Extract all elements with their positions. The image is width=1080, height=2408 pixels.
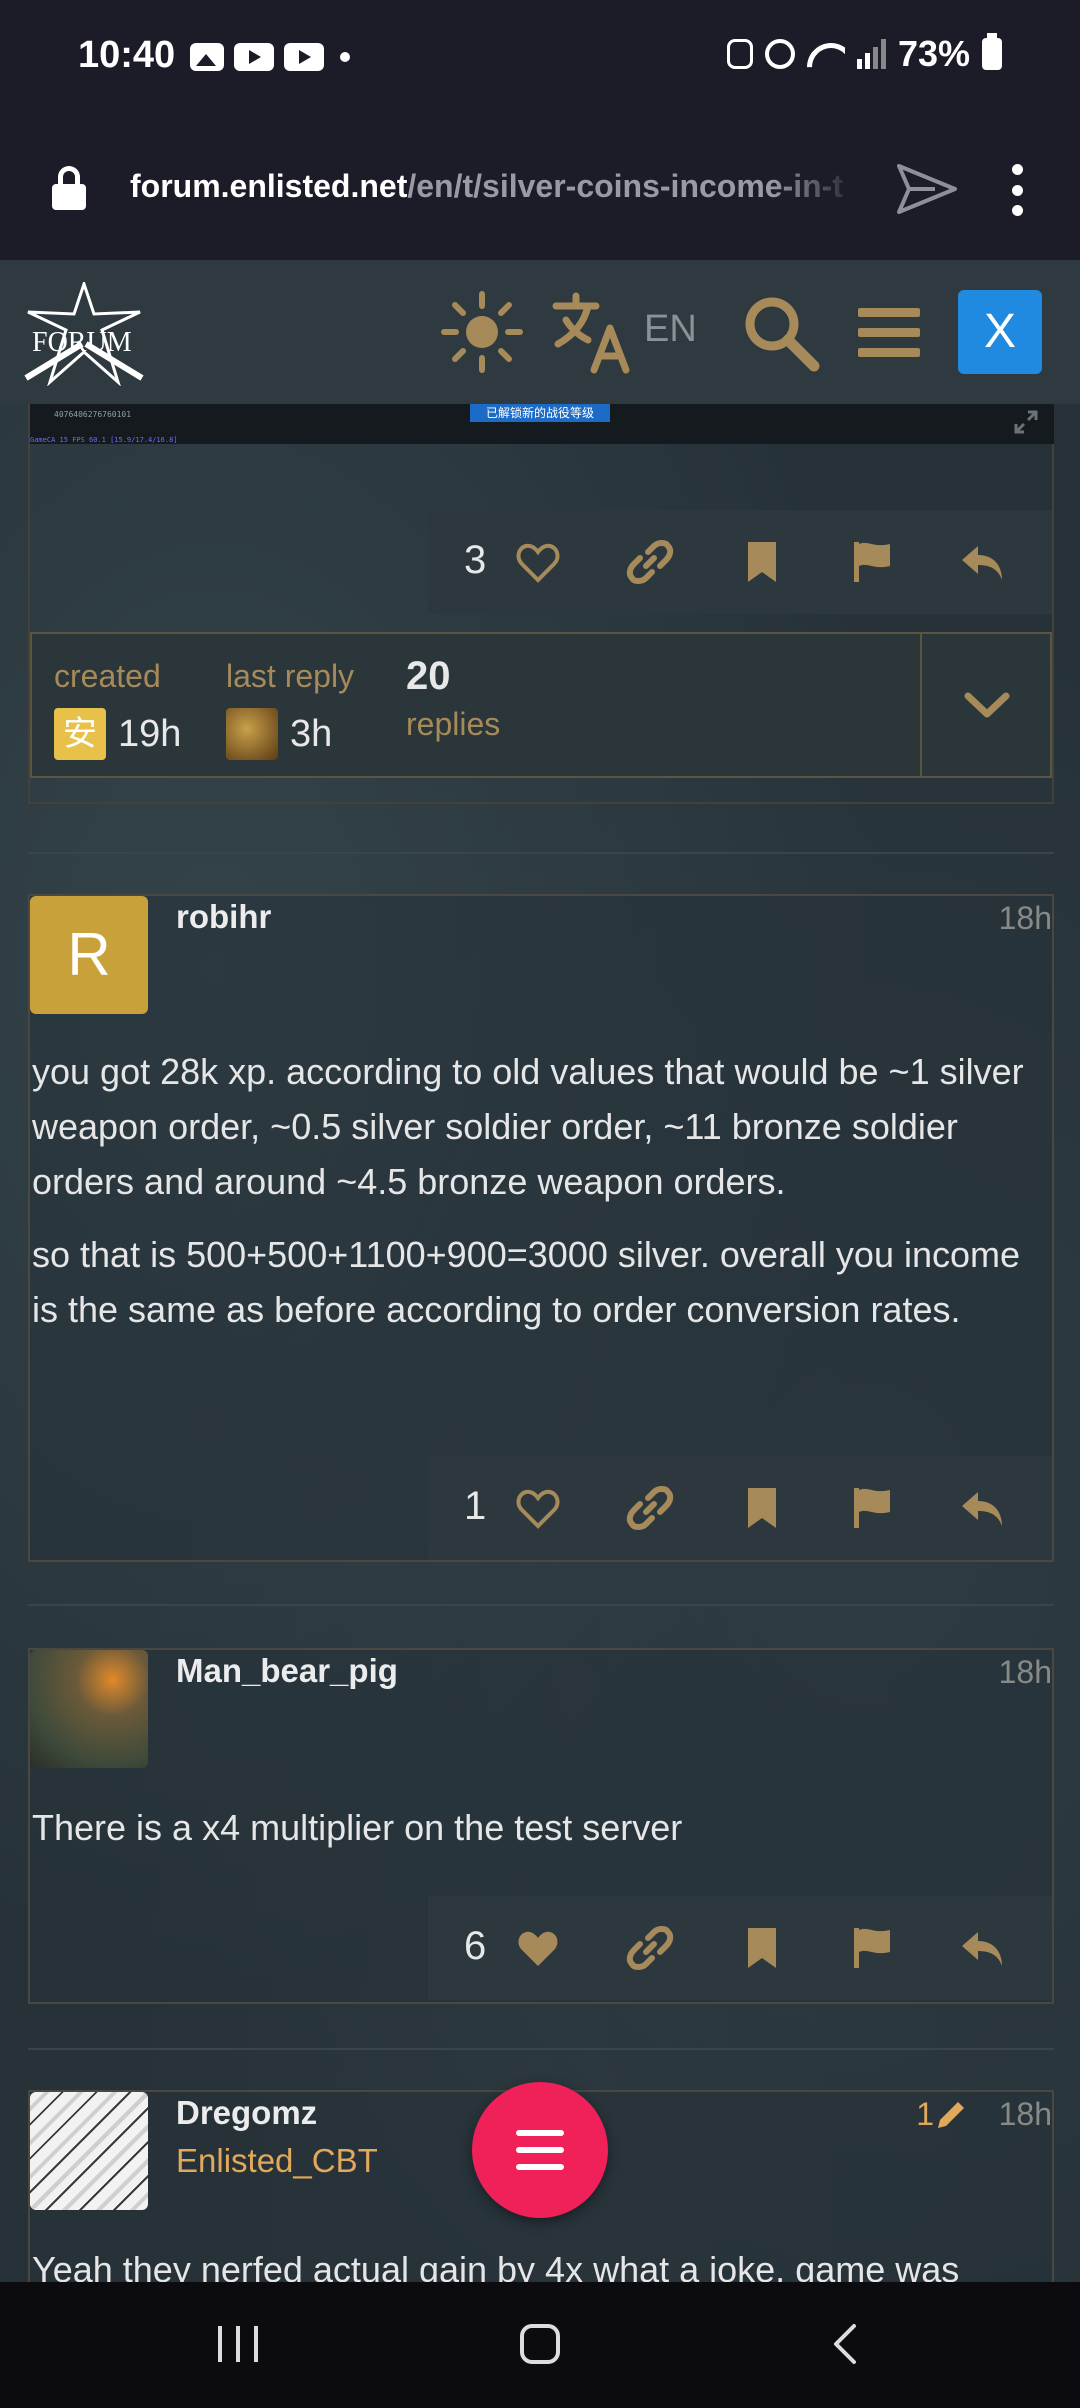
username[interactable]: Man_bear_pig bbox=[176, 1652, 398, 1690]
divider bbox=[920, 634, 922, 776]
reply-icon[interactable] bbox=[958, 538, 1006, 586]
last-reply-label: last reply bbox=[226, 658, 355, 694]
system-nav-bar bbox=[0, 2282, 1080, 2408]
battery-icon bbox=[982, 33, 1002, 70]
replies-label: replies bbox=[406, 706, 501, 742]
recent-apps-icon[interactable] bbox=[218, 2326, 258, 2362]
wifi-icon bbox=[807, 39, 845, 69]
avatar[interactable] bbox=[30, 1650, 148, 1768]
signal-icon bbox=[856, 39, 886, 69]
post-age[interactable]: 18h bbox=[999, 2096, 1052, 2133]
notification-icons bbox=[190, 40, 350, 74]
user-title: Enlisted_CBT bbox=[176, 2142, 378, 2179]
post-paragraph: Yeah they nerfed actual gain by 4x what … bbox=[32, 2249, 960, 2282]
back-icon[interactable] bbox=[828, 2322, 862, 2366]
like-count[interactable]: 3 bbox=[464, 538, 486, 583]
post-separator bbox=[28, 1604, 1054, 1606]
flag-icon[interactable] bbox=[848, 1484, 896, 1532]
url-field[interactable]: forum.enlisted.net/en/t/silver-coins-inc… bbox=[130, 168, 860, 205]
flag-icon[interactable] bbox=[848, 538, 896, 586]
like-heart-icon[interactable] bbox=[514, 1484, 562, 1532]
image-debug-text: GameCA 15 FPS 60.1 [15.9/17.4/16.8] bbox=[30, 436, 178, 444]
last-reply-time: 3h bbox=[290, 713, 333, 755]
translate-icon[interactable] bbox=[550, 290, 634, 374]
reply-icon[interactable] bbox=[958, 1924, 1006, 1972]
lock-icon[interactable] bbox=[52, 166, 86, 210]
bookmark-icon[interactable] bbox=[738, 538, 786, 586]
like-heart-icon[interactable] bbox=[514, 538, 562, 586]
url-host: forum.enlisted.net bbox=[130, 168, 408, 204]
language-label[interactable]: EN bbox=[644, 308, 697, 351]
created-time: 19h bbox=[118, 713, 182, 755]
like-count[interactable]: 6 bbox=[464, 1924, 486, 1969]
send-icon[interactable] bbox=[895, 162, 959, 216]
topic-map: created 安 19h last reply 3h 20 replies bbox=[30, 632, 1052, 778]
forum-logo[interactable]: FORUM bbox=[22, 279, 146, 387]
pencil-icon[interactable] bbox=[934, 2098, 968, 2132]
system-icons: 73% bbox=[726, 32, 1002, 76]
post-body: There is a x4 multiplier on the test ser… bbox=[32, 1800, 1052, 1873]
more-options-icon[interactable] bbox=[1005, 164, 1029, 216]
avatar[interactable]: R bbox=[30, 896, 148, 1014]
status-bar: 10:40 73% bbox=[0, 0, 1080, 112]
topic-stream: 4076406276760101 已解锁新的战役等级 GameCA 15 FPS… bbox=[0, 404, 1080, 2282]
last-replier-avatar[interactable] bbox=[226, 708, 278, 760]
reply-icon[interactable] bbox=[958, 1484, 1006, 1532]
created-label: created bbox=[54, 658, 161, 694]
username[interactable]: Dregomz bbox=[176, 2094, 317, 2132]
logo-text: FORUM bbox=[32, 327, 132, 358]
post-actions: 1 bbox=[428, 1456, 1052, 1560]
battery-percent: 73% bbox=[897, 33, 970, 74]
post-paragraph: you got 28k xp. according to old values … bbox=[32, 1051, 1024, 1202]
search-icon[interactable] bbox=[738, 290, 822, 374]
post-separator bbox=[28, 852, 1054, 854]
post-age[interactable]: 18h bbox=[999, 900, 1052, 937]
post-age[interactable]: 18h bbox=[999, 1654, 1052, 1691]
theme-toggle-sun-icon[interactable] bbox=[440, 290, 524, 374]
bookmark-icon[interactable] bbox=[738, 1924, 786, 1972]
creator-avatar[interactable]: 安 bbox=[54, 708, 106, 760]
avatar[interactable] bbox=[30, 2092, 148, 2210]
post-actions: 3 bbox=[428, 510, 1052, 614]
replies-count: 20 bbox=[406, 654, 451, 698]
url-path: /en/t/silver-coins-income-in-t bbox=[407, 168, 843, 204]
copy-link-icon[interactable] bbox=[626, 1484, 674, 1532]
copy-link-icon[interactable] bbox=[626, 1924, 674, 1972]
post-image[interactable]: 4076406276760101 已解锁新的战役等级 GameCA 15 FPS… bbox=[30, 404, 1054, 444]
home-icon[interactable] bbox=[520, 2324, 560, 2364]
more-notifications-dot-icon bbox=[340, 52, 350, 62]
edit-count[interactable]: 1 bbox=[916, 2096, 934, 2133]
forum-header: FORUM EN X bbox=[0, 260, 1080, 404]
bookmark-icon[interactable] bbox=[738, 1484, 786, 1532]
post-man-bear-pig: Man_bear_pig 18h There is a x4 multiplie… bbox=[28, 1648, 1054, 2004]
post-paragraph: There is a x4 multiplier on the test ser… bbox=[32, 1807, 683, 1848]
topic-progress-menu-button[interactable] bbox=[472, 2082, 608, 2218]
username[interactable]: robihr bbox=[176, 898, 271, 936]
image-tiny-text: 4076406276760101 bbox=[54, 410, 132, 419]
post-actions: 6 bbox=[428, 1896, 1052, 2000]
post-robihr: R robihr 18h you got 28k xp. according t… bbox=[28, 894, 1054, 1562]
battery-saver-icon bbox=[726, 39, 753, 69]
browser-toolbar: forum.enlisted.net/en/t/silver-coins-inc… bbox=[0, 112, 1080, 260]
chevron-down-icon[interactable] bbox=[962, 680, 1012, 730]
post-separator bbox=[28, 2048, 1054, 2050]
copy-link-icon[interactable] bbox=[626, 538, 674, 586]
post-body: Yeah they nerfed actual gain by 4x what … bbox=[32, 2242, 1052, 2282]
post-paragraph: so that is 500+500+1100+900=3000 silver.… bbox=[32, 1234, 1021, 1330]
image-caption: 已解锁新的战役等级 bbox=[470, 404, 610, 422]
like-count[interactable]: 1 bbox=[464, 1484, 486, 1529]
clock: 10:40 bbox=[78, 34, 176, 76]
post-body: you got 28k xp. according to old values … bbox=[32, 1044, 1052, 1355]
youtube-icon bbox=[284, 43, 324, 71]
gallery-icon bbox=[190, 43, 224, 71]
alarm-icon bbox=[764, 39, 795, 69]
like-heart-filled-icon[interactable] bbox=[514, 1924, 562, 1972]
menu-icon[interactable] bbox=[848, 290, 932, 374]
close-button[interactable]: X bbox=[958, 290, 1042, 374]
youtube-icon bbox=[234, 43, 274, 71]
flag-icon[interactable] bbox=[848, 1924, 896, 1972]
expand-icon[interactable] bbox=[1012, 408, 1040, 436]
